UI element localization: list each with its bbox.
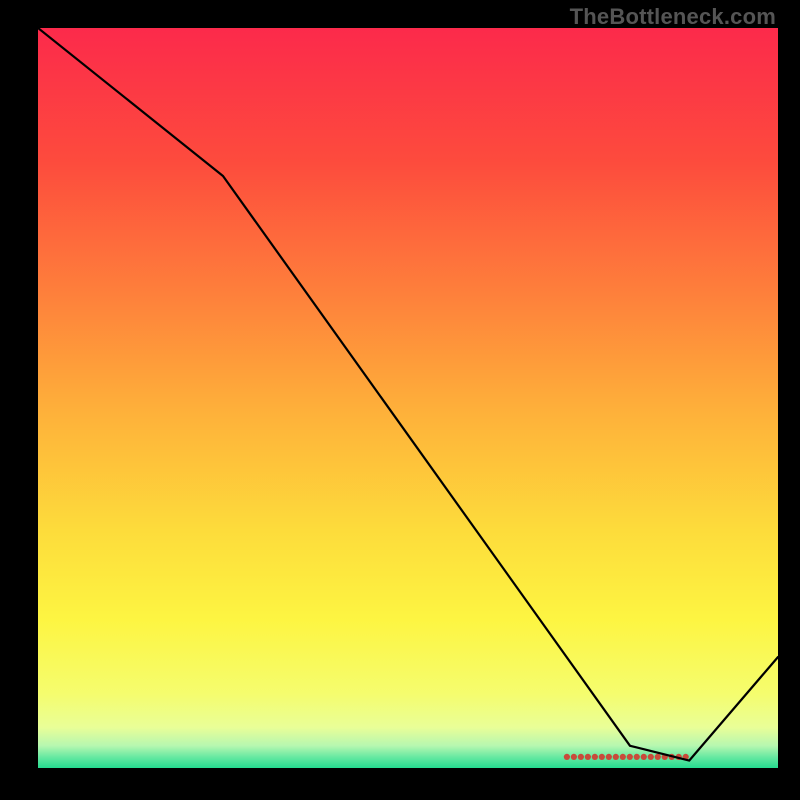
marker-dot	[627, 754, 633, 760]
marker-dot	[606, 754, 612, 760]
gradient-background	[38, 28, 778, 768]
marker-dot	[655, 754, 661, 760]
plot-area	[38, 28, 778, 768]
marker-dot	[620, 754, 626, 760]
marker-dot	[641, 754, 647, 760]
chart-stage: TheBottleneck.com	[0, 0, 800, 800]
watermark-text: TheBottleneck.com	[570, 4, 776, 30]
marker-dot	[634, 754, 640, 760]
marker-dot	[571, 754, 577, 760]
marker-dot	[585, 754, 591, 760]
marker-dot	[613, 754, 619, 760]
marker-dot	[648, 754, 654, 760]
marker-dot	[564, 754, 570, 760]
marker-dot	[592, 754, 598, 760]
marker-dot	[578, 754, 584, 760]
marker-dot	[599, 754, 605, 760]
chart-svg	[38, 28, 778, 768]
